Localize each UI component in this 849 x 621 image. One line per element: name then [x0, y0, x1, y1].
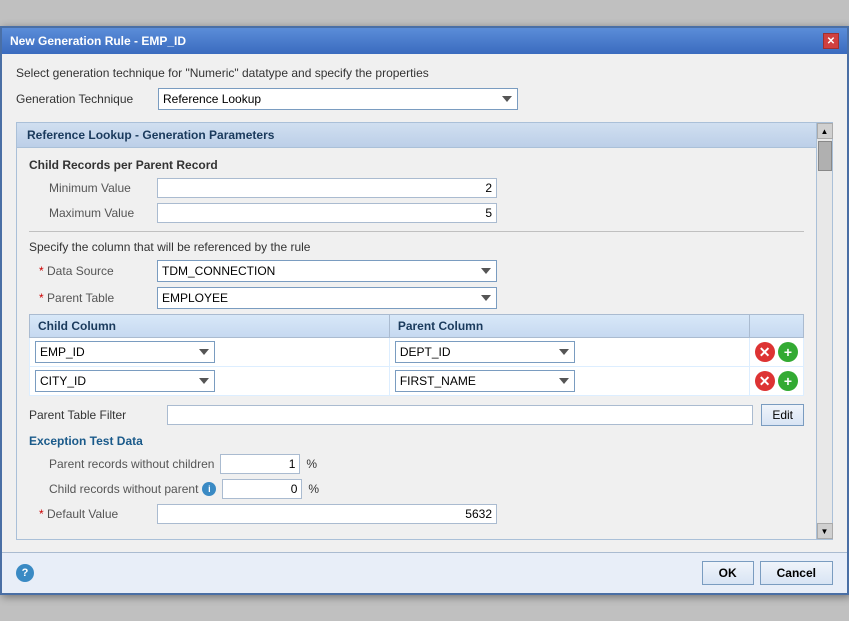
child-no-parent-label: Child records without parent i: [29, 482, 216, 496]
help-icon[interactable]: ?: [16, 564, 34, 582]
columns-table: Child Column Parent Column EMP_ID: [29, 314, 804, 396]
cancel-button[interactable]: Cancel: [760, 561, 833, 585]
row-actions-2: ✕ +: [749, 367, 803, 396]
child-records-title: Child Records per Parent Record: [29, 158, 804, 172]
scroll-inner: Reference Lookup - Generation Parameters…: [17, 123, 816, 539]
ok-button[interactable]: OK: [702, 561, 754, 585]
section-content: Child Records per Parent Record Minimum …: [17, 148, 816, 539]
dialog-footer: ? OK Cancel: [2, 552, 847, 593]
parent-table-row: Parent Table EMPLOYEE: [29, 287, 804, 309]
default-value-label: Default Value: [29, 507, 149, 521]
actions-header: [749, 315, 803, 338]
row-actions-1: ✕ +: [749, 338, 803, 367]
filter-input[interactable]: [167, 405, 753, 425]
exception-header: Exception Test Data: [29, 434, 804, 448]
child-col-select-1[interactable]: EMP_ID: [35, 341, 215, 363]
child-col-select-2[interactable]: CITY_ID: [35, 370, 215, 392]
child-no-parent-input[interactable]: [222, 479, 302, 499]
data-source-label: Data Source: [29, 264, 149, 278]
dialog-title: New Generation Rule - EMP_ID: [10, 34, 186, 48]
data-source-select[interactable]: TDM_CONNECTION: [157, 260, 497, 282]
max-value-input[interactable]: [157, 203, 497, 223]
filter-row: Parent Table Filter Edit: [29, 404, 804, 426]
footer-buttons: OK Cancel: [702, 561, 833, 585]
default-value-input[interactable]: [157, 504, 497, 524]
parent-col-select-1[interactable]: DEPT_ID: [395, 341, 575, 363]
max-value-label: Maximum Value: [29, 206, 149, 220]
technique-row: Generation Technique Reference Lookup: [16, 88, 833, 110]
min-value-row: Minimum Value: [29, 178, 804, 198]
intro-text: Select generation technique for "Numeric…: [16, 66, 833, 80]
child-no-parent-row: Child records without parent i %: [29, 479, 804, 499]
scroll-up-arrow[interactable]: ▲: [817, 123, 833, 139]
child-col-cell-1: EMP_ID: [30, 338, 390, 367]
separator-1: [29, 231, 804, 232]
default-value-row: Default Value: [29, 504, 804, 524]
scroll-down-arrow[interactable]: ▼: [817, 523, 833, 539]
technique-label: Generation Technique: [16, 92, 146, 106]
add-row-1-button[interactable]: +: [778, 342, 798, 362]
section-header: Reference Lookup - Generation Parameters: [17, 123, 816, 148]
dialog-titlebar: New Generation Rule - EMP_ID ✕: [2, 28, 847, 54]
table-row: EMP_ID DEPT_ID ✕ +: [30, 338, 804, 367]
parent-col-select-2[interactable]: FIRST_NAME: [395, 370, 575, 392]
remove-row-2-button[interactable]: ✕: [755, 371, 775, 391]
main-dialog: New Generation Rule - EMP_ID ✕ Select ge…: [0, 26, 849, 595]
scrollbar[interactable]: ▲ ▼: [816, 123, 832, 539]
parent-table-label: Parent Table: [29, 291, 149, 305]
data-source-row: Data Source TDM_CONNECTION: [29, 260, 804, 282]
add-row-2-button[interactable]: +: [778, 371, 798, 391]
parent-no-children-input[interactable]: [220, 454, 300, 474]
specify-text: Specify the column that will be referenc…: [29, 240, 804, 254]
pct-sign-1: %: [306, 457, 317, 471]
main-panel: Reference Lookup - Generation Parameters…: [16, 122, 833, 540]
parent-table-select[interactable]: EMPLOYEE: [157, 287, 497, 309]
filter-label: Parent Table Filter: [29, 408, 159, 422]
min-value-input[interactable]: [157, 178, 497, 198]
table-row: CITY_ID FIRST_NAME ✕: [30, 367, 804, 396]
child-column-header: Child Column: [30, 315, 390, 338]
parent-no-children-row: Parent records without children %: [29, 454, 804, 474]
min-value-label: Minimum Value: [29, 181, 149, 195]
edit-filter-button[interactable]: Edit: [761, 404, 804, 426]
remove-row-1-button[interactable]: ✕: [755, 342, 775, 362]
close-button[interactable]: ✕: [823, 33, 839, 49]
parent-no-children-label: Parent records without children: [29, 457, 214, 471]
scroll-thumb[interactable]: [818, 141, 832, 171]
info-icon[interactable]: i: [202, 482, 216, 496]
technique-select[interactable]: Reference Lookup: [158, 88, 518, 110]
parent-col-cell-2: FIRST_NAME: [389, 367, 749, 396]
max-value-row: Maximum Value: [29, 203, 804, 223]
child-col-cell-2: CITY_ID: [30, 367, 390, 396]
parent-column-header: Parent Column: [389, 315, 749, 338]
dialog-body: Select generation technique for "Numeric…: [2, 54, 847, 552]
parent-col-cell-1: DEPT_ID: [389, 338, 749, 367]
pct-sign-2: %: [308, 482, 319, 496]
